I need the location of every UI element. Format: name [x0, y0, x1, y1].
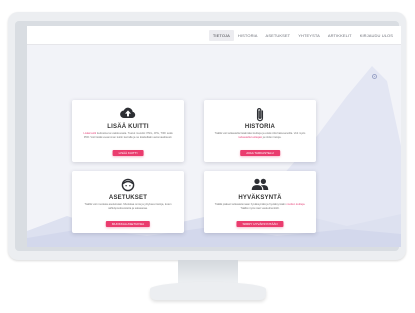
card-approval-link[interactable]: muiden kuitteja: [286, 203, 304, 206]
top-navbar: TIETOJA HISTORIA ASETUKSET YHTEYSTA ARTI…: [27, 26, 401, 45]
card-history-link[interactable]: tarkastella kuittejasi: [239, 136, 262, 139]
card-history: HISTORIA Täällä voit tarkastella lisäämi…: [204, 100, 316, 162]
cloud-upload-icon: [120, 107, 136, 119]
card-settings-text: Täällä voit muokata asetuksiasi. Muokkaa…: [84, 203, 172, 210]
card-approval-text: Täällä pääset tarkastelemaan hyväksyntää…: [214, 203, 306, 210]
monitor-stand-base: [150, 282, 266, 300]
card-upload-title: LISÄÄ KUITTI: [107, 124, 149, 130]
nav-item-kirjaudu-ulos[interactable]: KIRJAUDU ULOS: [356, 30, 397, 41]
nav-item-artikkelit[interactable]: ARTIKKELIT: [324, 30, 356, 41]
nav-item-yhteysta[interactable]: YHTEYSTA: [294, 30, 324, 41]
go-to-approval-button[interactable]: SIIRRY HYVÄKSYNTÄÄN: [236, 221, 284, 227]
settings-dot-icon[interactable]: [372, 74, 377, 79]
card-history-text: Täällä voit tarkastella lisäämiäsi kuitt…: [214, 132, 306, 139]
paperclip-icon: [256, 108, 264, 122]
open-history-button[interactable]: AVAA TARKASTELU: [240, 150, 280, 156]
screen: TIETOJA HISTORIA ASETUKSET YHTEYSTA ARTI…: [27, 26, 401, 247]
edit-settings-button[interactable]: MUOKKAA ASETUKSIA: [105, 221, 151, 227]
card-upload-link[interactable]: Lisää kuitti: [83, 132, 96, 135]
card-upload-text: Lisää kuitti tiedostoa tai valokuvasta. …: [83, 132, 173, 139]
nav-item-tietoja[interactable]: TIETOJA: [208, 29, 234, 41]
face-icon: [121, 178, 135, 192]
card-history-title: HISTORIA: [244, 124, 276, 130]
nav-item-historia[interactable]: HISTORIA: [234, 30, 262, 41]
upload-receipt-button[interactable]: LISÄÄ KUITTI: [112, 150, 144, 156]
card-settings-title: ASETUKSET: [108, 195, 148, 201]
card-approval: HYVÄKSYNTÄ Täällä pääset tarkastelemaan …: [204, 171, 316, 233]
card-upload: LISÄÄ KUITTI Lisää kuitti tiedostoa tai …: [72, 100, 184, 162]
people-icon: [251, 178, 269, 190]
nav-item-asetukset[interactable]: ASETUKSET: [262, 30, 295, 41]
card-settings: ASETUKSET Täällä voit muokata asetuksias…: [72, 171, 184, 233]
monitor-stand-neck: [178, 260, 238, 284]
card-approval-title: HYVÄKSYNTÄ: [238, 195, 282, 201]
nav-menu: TIETOJA HISTORIA ASETUKSET YHTEYSTA ARTI…: [208, 26, 397, 44]
